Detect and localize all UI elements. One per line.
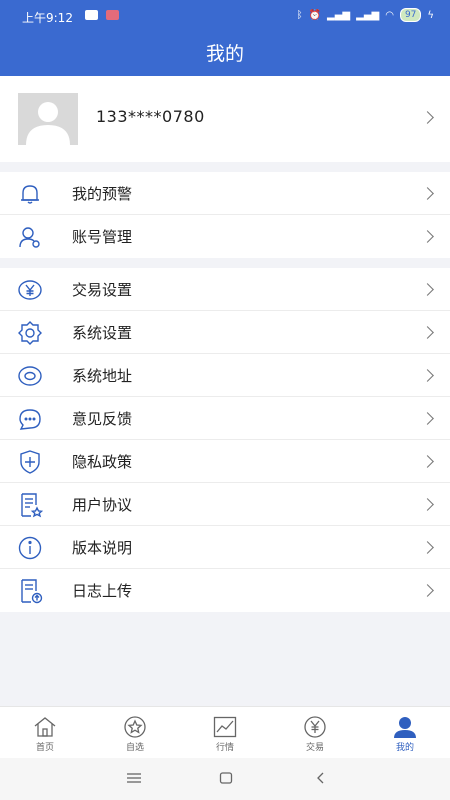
tab-label: 我的 [395,743,414,753]
bell-icon [17,181,43,207]
status-icons: ᛒ ⏰ ▂▄▆ ▂▄▆ ◠ 97 ϟ [297,8,434,22]
chevron-right-icon [421,187,434,200]
tab-home[interactable]: 首页 [0,707,90,758]
document-star-icon [17,492,44,518]
chevron-right-icon [421,230,434,243]
home-button-icon[interactable] [219,770,233,789]
menu-group-settings: 交易设置 系统设置 系统地址 意见反馈 隐私政策 用户协议 版本说明 日志上传 [0,268,450,612]
charging-icon: ϟ [427,9,434,21]
menu-item-user-agreement[interactable]: 用户协议 [0,483,450,526]
tab-label: 行情 [215,743,234,753]
page-title: 我的 [0,32,450,76]
menu-item-label: 日志上传 [72,582,133,600]
menu-item-label: 交易设置 [72,281,133,299]
menu-item-system-address[interactable]: 系统地址 [0,354,450,397]
menu-item-trade-settings[interactable]: 交易设置 [0,268,450,311]
tab-watchlist[interactable]: 自选 [90,707,180,758]
user-icon [394,717,416,738]
menu-icon[interactable] [126,770,142,789]
menu-item-feedback[interactable]: 意见反馈 [0,397,450,440]
info-icon [17,535,43,561]
tab-mine[interactable]: 我的 [360,707,450,758]
menu-item-log-upload[interactable]: 日志上传 [0,569,450,612]
chart-icon [213,716,237,738]
system-navigation-bar [0,758,450,800]
profile-card[interactable]: 133****0780 [0,76,450,162]
menu-item-label: 意见反馈 [72,410,133,428]
menu-item-privacy[interactable]: 隐私政策 [0,440,450,483]
menu-item-label: 系统设置 [72,324,133,342]
message-notification-icon [85,10,98,20]
chevron-right-icon [421,326,434,339]
chevron-right-icon [421,455,434,468]
menu-item-label: 我的预警 [72,185,133,203]
wifi-icon: ◠ [385,9,394,21]
gear-icon [17,320,43,346]
bluetooth-icon: ᛒ [296,9,303,21]
avatar[interactable] [18,93,78,145]
menu-item-label: 隐私政策 [72,453,133,471]
tab-market[interactable]: 行情 [180,707,270,758]
user-phone: 133****0780 [96,107,205,126]
tab-label: 首页 [35,743,54,753]
chevron-right-icon [421,111,434,124]
chevron-right-icon [421,283,434,296]
tab-label: 交易 [305,743,324,753]
signal-icon: ▂▄▆ [327,9,351,21]
menu-item-label: 用户协议 [72,496,133,514]
menu-item-alerts[interactable]: 我的预警 [0,172,450,215]
yen-icon [17,277,43,303]
menu-group-alerts: 我的预警 账号管理 [0,172,450,258]
chevron-right-icon [421,541,434,554]
chevron-right-icon [421,412,434,425]
eye-icon [17,363,43,389]
tab-label: 自选 [125,743,144,753]
shield-icon [17,449,43,475]
chevron-right-icon [421,369,434,382]
account-icon [17,224,43,250]
home-icon [34,717,56,737]
chevron-right-icon [421,584,434,597]
menu-item-label: 版本说明 [72,539,133,557]
chevron-right-icon [421,498,434,511]
menu-item-account[interactable]: 账号管理 [0,215,450,258]
battery-icon: 97 [399,8,422,22]
status-bar: 上午9:12 ᛒ ⏰ ▂▄▆ ▂▄▆ ◠ 97 ϟ [0,0,450,32]
tab-trade[interactable]: 交易 [270,707,360,758]
signal-icon-2: ▂▄▆ [356,9,380,21]
upload-doc-icon [17,578,43,604]
bottom-tab-bar: 首页 自选 行情 交易 我的 [0,706,450,758]
menu-item-label: 账号管理 [72,228,133,246]
menu-item-system-settings[interactable]: 系统设置 [0,311,450,354]
star-icon [124,716,146,738]
back-icon[interactable] [315,770,325,789]
alarm-icon: ⏰ [308,9,322,21]
status-time: 上午9:12 [22,11,73,25]
menu-item-version[interactable]: 版本说明 [0,526,450,569]
chat-icon [17,406,43,432]
app-notification-icon [106,10,119,20]
menu-item-label: 系统地址 [72,367,133,385]
yen-icon [304,716,326,738]
